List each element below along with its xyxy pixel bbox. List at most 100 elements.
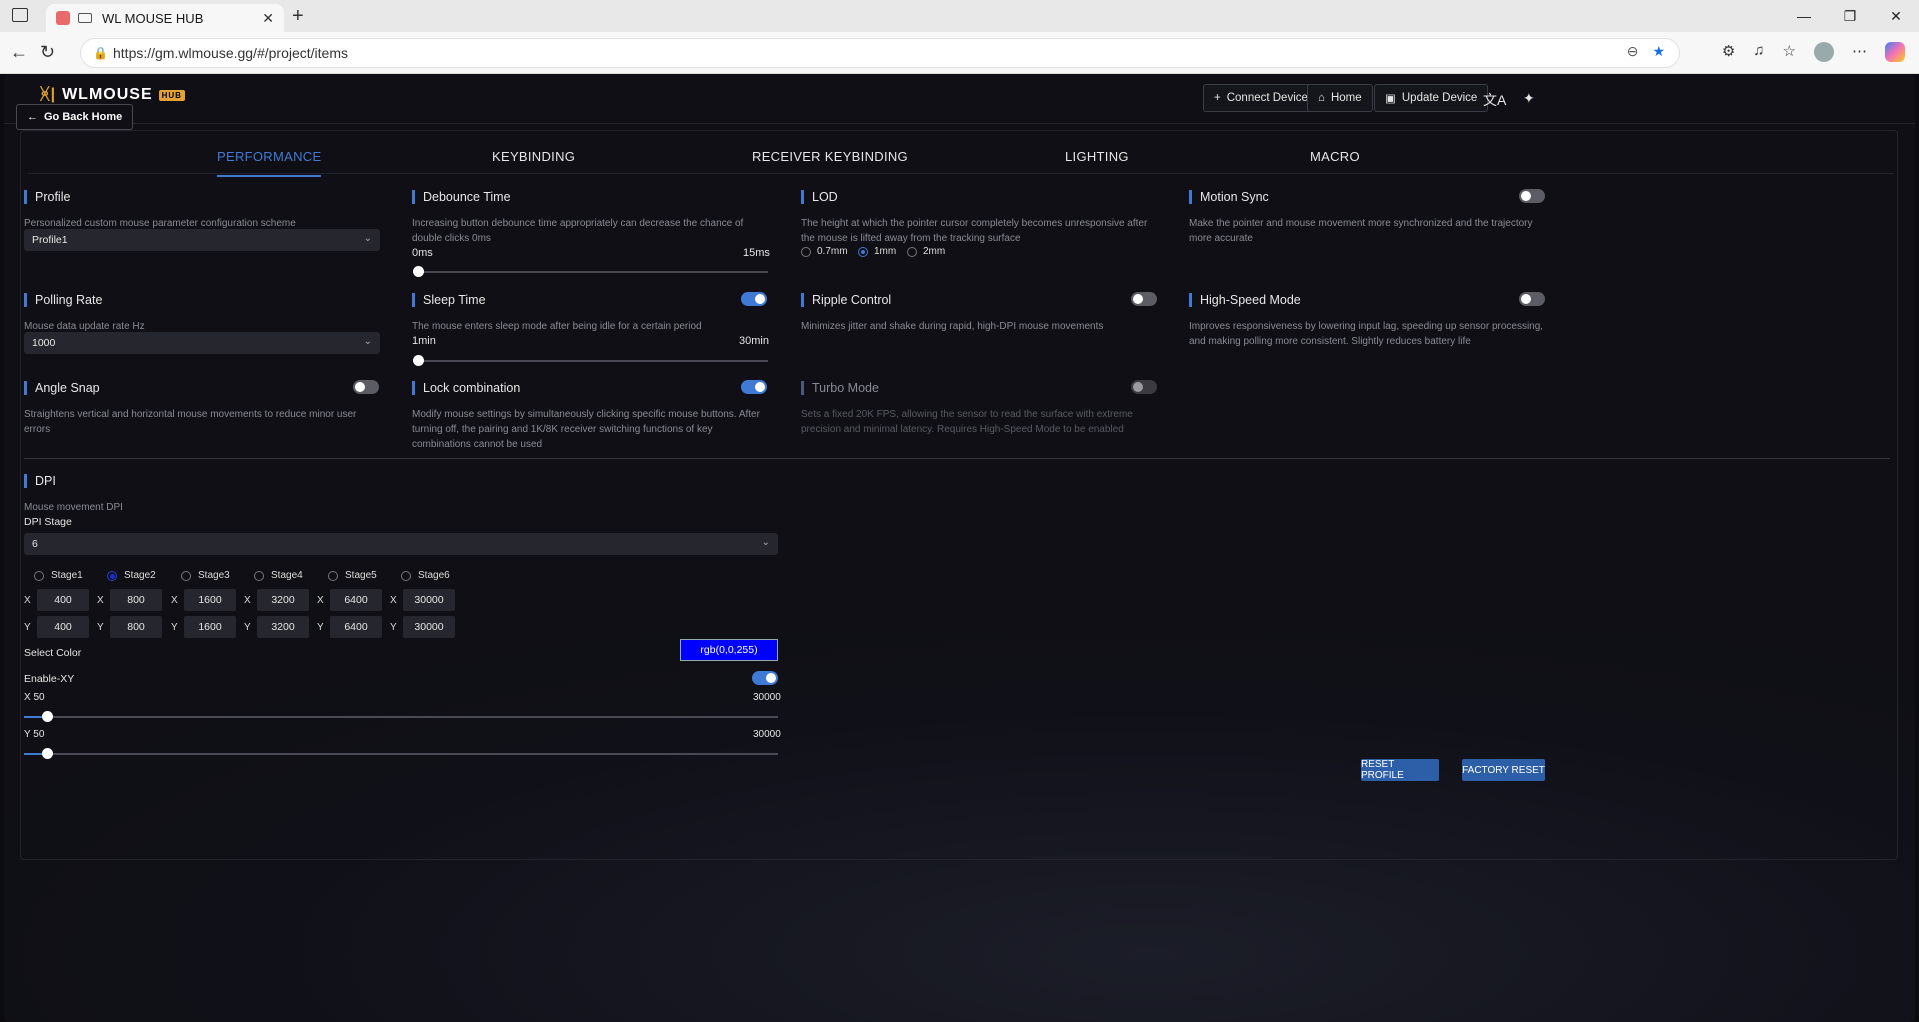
close-window-icon[interactable]: ✕: [1873, 0, 1919, 32]
go-back-home-button[interactable]: ← Go Back Home: [16, 104, 134, 130]
tab-macro[interactable]: MACRO: [1310, 149, 1360, 164]
enable-xy-label: Enable-XY: [24, 673, 75, 685]
stage6-y-input[interactable]: 30000: [403, 616, 455, 638]
stage1-x-input[interactable]: 400: [37, 589, 89, 611]
polling-select[interactable]: 1000 ⌄: [24, 332, 380, 354]
y-dpi-slider[interactable]: [24, 748, 778, 759]
section-divider: [24, 458, 1890, 459]
chevron-down-icon: ⌄: [363, 336, 372, 347]
stage3-radio[interactable]: [181, 571, 191, 581]
stage3-y-input[interactable]: 1600: [184, 616, 236, 638]
stage4-radio[interactable]: [254, 571, 264, 581]
highspeed-toggle[interactable]: [1519, 292, 1545, 306]
back-icon[interactable]: ←: [10, 42, 28, 63]
lock-title: Lock combination: [412, 381, 768, 395]
stage5-x-input[interactable]: 6400: [330, 589, 382, 611]
tab-lighting[interactable]: LIGHTING: [1065, 149, 1129, 164]
y-axis-label: Y: [171, 622, 178, 633]
y-slider-knob[interactable]: [42, 748, 53, 759]
dpi-section: DPI Mouse movement DPI: [24, 474, 380, 515]
sleep-toggle[interactable]: [741, 292, 767, 306]
dpi-stage-select[interactable]: 6 ⌄: [24, 533, 778, 555]
debounce-min-label: 0ms: [412, 247, 433, 259]
update-icon: ▣: [1385, 93, 1396, 105]
color-picker[interactable]: rgb(0,0,255): [680, 639, 778, 661]
x-slider-label: X 50: [24, 692, 45, 703]
lod-radio-1mm[interactable]: [858, 247, 868, 257]
stage2-x-input[interactable]: 800: [110, 589, 162, 611]
stage1-y-input[interactable]: 400: [37, 616, 89, 638]
browser-essentials-icon[interactable]: ♫: [1753, 42, 1764, 62]
stage2-radio[interactable]: [107, 571, 117, 581]
home-label: Home: [1330, 92, 1362, 104]
new-tab-icon[interactable]: +: [292, 5, 304, 28]
stage6-x-input[interactable]: 30000: [403, 589, 455, 611]
stage4-y-input[interactable]: 3200: [257, 616, 309, 638]
connect-device-button[interactable]: + Connect Device: [1203, 84, 1319, 112]
magic-wand-icon[interactable]: ✦: [1523, 90, 1535, 107]
copilot-icon[interactable]: [1885, 42, 1905, 62]
favorites-icon[interactable]: ☆: [1783, 42, 1796, 62]
tab-receiver-keybinding[interactable]: RECEIVER KEYBINDING: [752, 149, 908, 164]
translate-icon[interactable]: 文A: [1483, 90, 1506, 110]
url-field[interactable]: 🔒 https://gm.wlmouse.gg/#/project/items …: [80, 38, 1680, 68]
y-axis-label: Y: [24, 622, 31, 633]
y-slider-max: 30000: [753, 729, 781, 740]
stage6-radio[interactable]: [401, 571, 411, 581]
restore-icon[interactable]: ❐: [1827, 0, 1873, 32]
motion-sync-toggle[interactable]: [1519, 189, 1545, 203]
browser-tabbar: WL MOUSE HUB ✕ + — ❐ ✕: [0, 0, 1919, 32]
dpi-title: DPI: [24, 474, 380, 488]
stage5-radio[interactable]: [328, 571, 338, 581]
lod-option-label: 2mm: [923, 246, 946, 257]
stage2-y-input[interactable]: 800: [110, 616, 162, 638]
close-tab-icon[interactable]: ✕: [262, 10, 274, 27]
home-button[interactable]: ⌂ Home: [1307, 84, 1373, 112]
favorite-star-icon[interactable]: ★: [1652, 43, 1665, 60]
y-axis-label: Y: [317, 622, 324, 633]
refresh-icon[interactable]: ↻: [40, 42, 55, 63]
profile-select[interactable]: Profile1 ⌄: [24, 229, 380, 251]
lod-radio-0.7mm[interactable]: [801, 247, 811, 257]
sleep-slider[interactable]: [413, 355, 768, 366]
x-slider-knob[interactable]: [42, 711, 53, 722]
minimize-icon[interactable]: —: [1781, 0, 1827, 32]
reset-profile-button[interactable]: RESET PROFILE: [1361, 759, 1439, 781]
stage5-y-input[interactable]: 6400: [330, 616, 382, 638]
factory-reset-button[interactable]: FACTORY RESET: [1462, 759, 1545, 781]
polling-section: Polling Rate Mouse data update rate Hz: [24, 293, 380, 334]
stage1-radio[interactable]: [34, 571, 44, 581]
x-dpi-slider[interactable]: [24, 711, 778, 722]
debounce-slider[interactable]: [413, 266, 768, 277]
home-icon: ⌂: [1318, 92, 1325, 104]
update-device-button[interactable]: ▣ Update Device: [1374, 84, 1489, 112]
stage4-x-input[interactable]: 3200: [257, 589, 309, 611]
ripple-toggle[interactable]: [1131, 292, 1157, 306]
lock-toggle[interactable]: [741, 380, 767, 394]
lod-option-label: 0.7mm: [817, 246, 848, 257]
sleep-slider-knob[interactable]: [413, 355, 424, 366]
logo-badge: HUB: [158, 89, 185, 101]
stage3-x-input[interactable]: 1600: [184, 589, 236, 611]
debounce-slider-knob[interactable]: [413, 266, 424, 277]
turbo-toggle[interactable]: [1131, 380, 1157, 394]
zoom-icon[interactable]: ⊖: [1627, 43, 1639, 60]
tab-actions-icon[interactable]: [12, 8, 28, 22]
more-icon[interactable]: ⋯: [1852, 42, 1867, 62]
y-axis-label: Y: [390, 622, 397, 633]
lod-title: LOD: [801, 190, 1157, 204]
angle-snap-title: Angle Snap: [24, 381, 380, 395]
profile-avatar-icon[interactable]: [1814, 42, 1834, 62]
ripple-desc: Minimizes jitter and shake during rapid,…: [801, 321, 1104, 332]
go-back-label: Go Back Home: [44, 111, 123, 123]
browser-tab[interactable]: WL MOUSE HUB ✕: [46, 4, 284, 32]
ripple-section: Ripple Control Minimizes jitter and shak…: [801, 293, 1157, 334]
enable-xy-toggle[interactable]: [752, 671, 778, 685]
angle-snap-toggle[interactable]: [353, 380, 379, 394]
tab-keybinding[interactable]: KEYBINDING: [492, 149, 575, 164]
turbo-section: Turbo Mode Sets a fixed 20K FPS, allowin…: [801, 381, 1157, 437]
x-axis-label: X: [317, 595, 324, 606]
lod-radio-2mm[interactable]: [907, 247, 917, 257]
chevron-down-icon: ⌄: [363, 233, 372, 244]
extensions-icon[interactable]: ⚙: [1722, 42, 1735, 62]
